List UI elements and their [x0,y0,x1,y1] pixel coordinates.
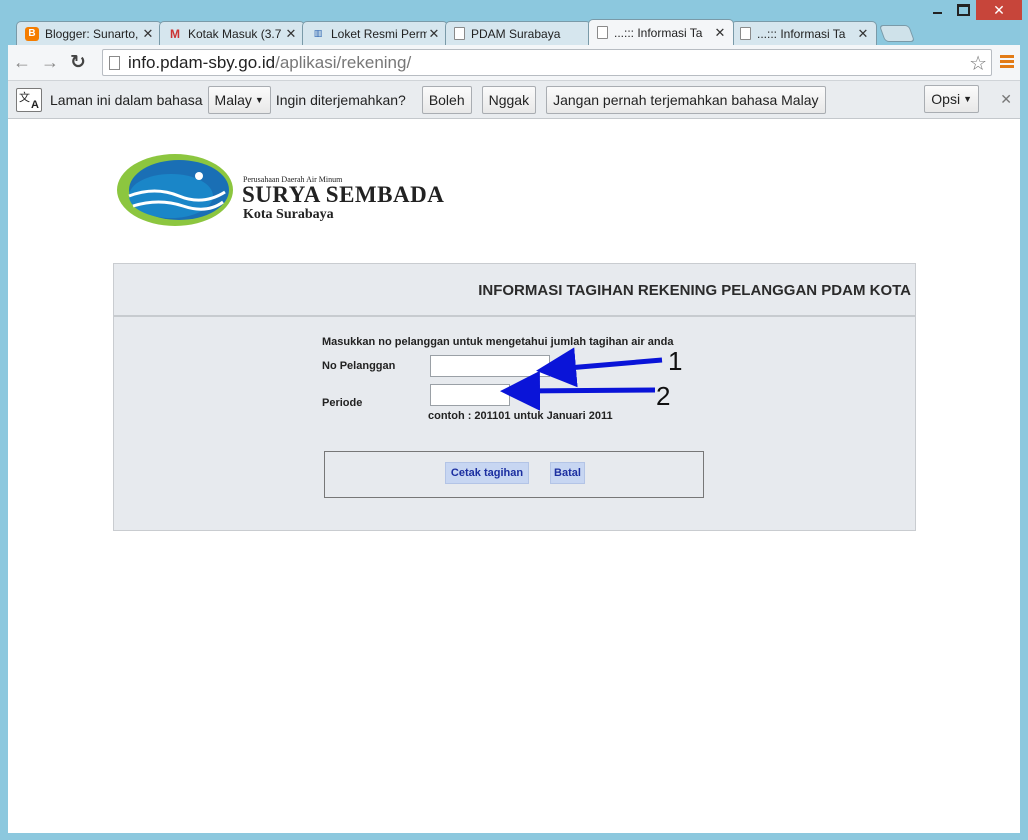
period-input[interactable] [430,384,510,406]
cancel-button[interactable]: Batal [550,462,585,484]
url-host: info.pdam-sby.go.id [128,52,276,72]
translate-icon: 文A [16,87,42,112]
url-path: /aplikasi/rekening/ [275,52,412,72]
page-icon [454,27,465,40]
annotation-number-1: 1 [668,346,683,376]
tab-informasi-active[interactable]: ...::: Informasi Ta ✕ [588,19,734,45]
back-arrow-icon[interactable]: ← [8,49,36,77]
gmail-icon: M [170,26,180,41]
translate-question: Ingin diterjemahkan? [275,91,406,108]
tab-gmail[interactable]: M Kotak Masuk (3.7 ✕ [159,21,305,45]
tab-blogger[interactable]: B Blogger: Sunarto, ✕ [16,21,162,45]
bookmark-star-icon[interactable]: ☆ [969,51,987,76]
chevron-down-icon: ▼ [963,94,972,104]
translate-no-button[interactable]: Nggak [481,85,537,114]
page-icon [597,26,608,39]
tab-loket[interactable]: ▥ Loket Resmi Perm ✕ [302,21,448,45]
options-button[interactable]: Opsi ▼ [924,85,979,113]
close-window-button[interactable]: ✕ [976,0,1022,20]
tab-informasi[interactable]: ...::: Informasi Ta ✕ [731,21,877,45]
tab-close-icon[interactable]: ✕ [427,26,441,42]
translate-yes-button[interactable]: Boleh [421,85,472,114]
tab-close-icon[interactable]: ✕ [141,26,155,42]
chevron-down-icon: ▼ [254,94,264,105]
logo-city: Kota Surabaya [243,207,334,222]
reload-icon[interactable]: ↻ [64,49,92,77]
browser-window: ✕ B Blogger: Sunarto, ✕ M Kotak Masuk (3… [0,0,1028,840]
options-label: Opsi [931,91,961,107]
new-tab-button[interactable] [878,25,916,42]
tab-close-icon[interactable]: ✕ [713,25,727,41]
page-content: Perusahaan Daerah Air Minum SURYA SEMBAD… [8,119,1020,833]
page-icon [740,27,751,40]
page-title: INFORMASI TAGIHAN REKENING PELANGGAN PDA… [478,282,911,299]
button-box: Cetak tagihan Batal [324,451,704,498]
customer-number-label: No Pelanggan [322,360,396,372]
tab-label: PDAM Surabaya [471,26,561,41]
annotation-number-2: 2 [656,381,671,411]
maximize-button[interactable] [950,0,976,20]
never-translate-button[interactable]: Jangan pernah terjemahkan bahasa Malay [546,85,826,114]
language-select[interactable]: Malay ▼ [207,85,271,114]
translate-prompt: Laman ini dalam bahasa [50,91,203,108]
tab-close-icon[interactable]: ✕ [856,26,870,42]
window-controls: ✕ [924,0,1022,20]
form-intro: Masukkan no pelanggan untuk mengetahui j… [322,336,674,348]
bill-info-panel: INFORMASI TAGIHAN REKENING PELANGGAN PDA… [113,263,916,531]
address-bar[interactable]: info.pdam-sby.go.id/aplikasi/rekening/ ☆ [102,49,992,76]
page-icon [109,55,120,70]
pdam-logo: Perusahaan Daerah Air Minum SURYA SEMBAD… [115,150,475,230]
tab-label: Loket Resmi Perm [331,26,427,41]
tab-strip: B Blogger: Sunarto, ✕ M Kotak Masuk (3.7… [16,19,916,45]
translate-bar: 文A Laman ini dalam bahasa Malay ▼ Ingin d… [8,81,1020,119]
loket-icon: ▥ [313,28,323,38]
logo-emblem [117,154,233,226]
menu-icon[interactable] [1000,55,1014,70]
close-icon[interactable]: ✕ [1000,91,1012,108]
language-value: Malay [214,91,252,108]
tab-pdam[interactable]: PDAM Surabaya [445,21,591,45]
logo-name: SURYA SEMBADA [242,182,445,207]
tab-label: Kotak Masuk (3.7 [188,26,282,41]
browser-toolbar: ← → ↻ info.pdam-sby.go.id/aplikasi/reken… [8,45,1020,81]
customer-number-input[interactable] [430,355,550,377]
minimize-button[interactable] [924,0,950,20]
forward-arrow-icon[interactable]: → [36,49,64,77]
tab-label: ...::: Informasi Ta [757,26,846,41]
panel-header: INFORMASI TAGIHAN REKENING PELANGGAN PDA… [114,264,915,317]
blogger-icon: B [25,26,39,41]
period-label: Periode [322,397,363,409]
print-bill-button[interactable]: Cetak tagihan [445,462,529,484]
tab-close-icon[interactable]: ✕ [284,26,298,42]
tab-label: ...::: Informasi Ta [614,25,703,40]
period-hint: contoh : 201101 untuk Januari 2011 [428,410,613,422]
tab-label: Blogger: Sunarto, [45,26,139,41]
